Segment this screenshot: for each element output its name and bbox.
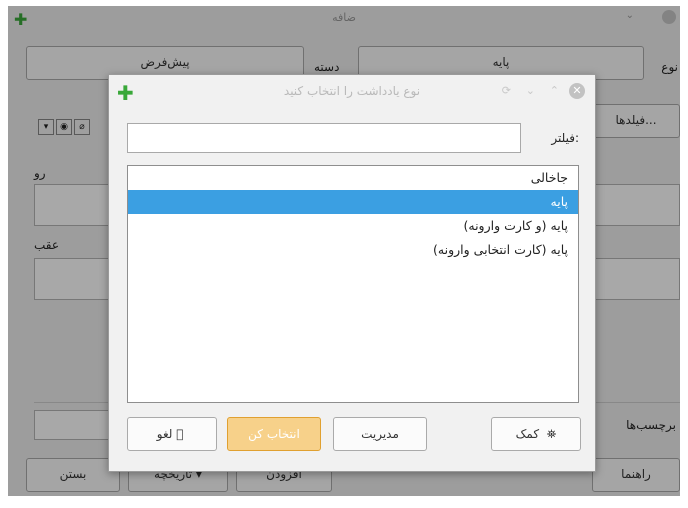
list-item[interactable]: پایه (کارت انتخابی وارونه) xyxy=(128,238,578,262)
filter-input[interactable] xyxy=(127,123,521,153)
help-button[interactable]: کمک ⛯ xyxy=(491,417,581,451)
filter-label: فیلتر: xyxy=(551,131,579,145)
choose-button[interactable]: انتخاب کن xyxy=(227,417,321,451)
cancel-label: لغو xyxy=(156,427,173,441)
no-entry-icon: ⃠ xyxy=(176,427,188,441)
maximize-icon[interactable]: ⌃ xyxy=(550,84,559,97)
close-icon[interactable]: ✕ xyxy=(569,83,585,99)
minimize-icon[interactable]: ⌄ xyxy=(526,84,535,97)
note-type-list[interactable]: جاخالی پایه پایه (و کارت وارونه) پایه (ک… xyxy=(127,165,579,403)
lifebuoy-icon: ⛯ xyxy=(542,427,557,441)
list-item[interactable]: جاخالی xyxy=(128,166,578,190)
help-label: کمک xyxy=(515,427,540,441)
list-item[interactable]: پایه (و کارت وارونه) xyxy=(128,214,578,238)
manage-button[interactable]: مدیریت xyxy=(333,417,427,451)
choose-note-type-dialog: ✚ نوع یادداشت را انتخاب کنید ⟳ ⌄ ⌃ ✕ فیل… xyxy=(108,74,596,472)
pin-icon[interactable]: ⟳ xyxy=(502,84,511,97)
list-item-selected[interactable]: پایه xyxy=(128,190,578,214)
cancel-button[interactable]: لغو ⃠ xyxy=(127,417,217,451)
dialog-titlebar: ✚ نوع یادداشت را انتخاب کنید ⟳ ⌄ ⌃ ✕ xyxy=(109,75,595,109)
dialog-title: نوع یادداشت را انتخاب کنید xyxy=(283,84,421,98)
